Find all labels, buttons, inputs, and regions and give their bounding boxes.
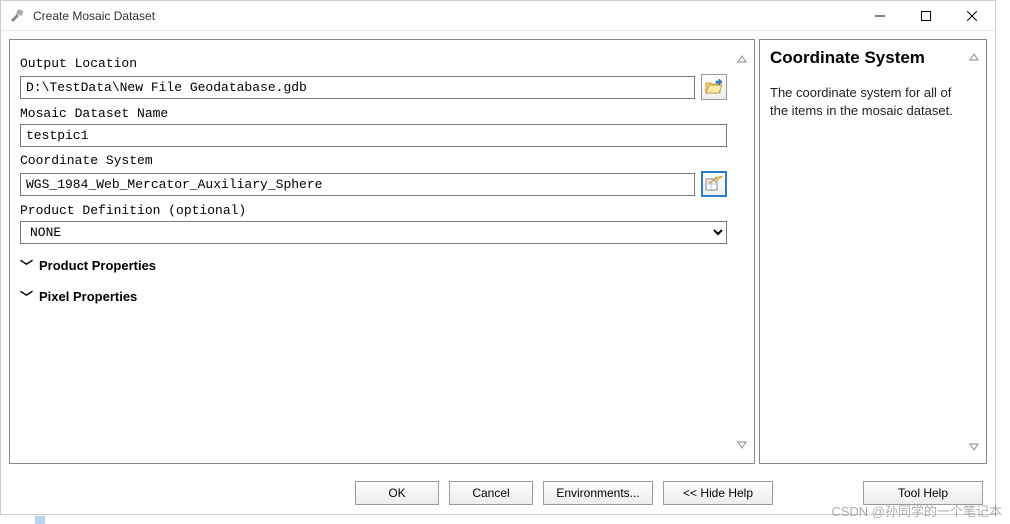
browse-folder-button[interactable] <box>701 74 727 100</box>
help-content: Coordinate System The coordinate system … <box>770 48 965 455</box>
output-location-label: Output Location <box>20 56 727 71</box>
output-location-row <box>20 74 727 100</box>
product-definition-row: NONE <box>20 221 727 244</box>
coord-system-input[interactable] <box>20 173 695 196</box>
mosaic-name-row <box>20 124 727 147</box>
pixel-properties-title: Pixel Properties <box>39 289 137 304</box>
scroll-down-icon <box>965 438 982 455</box>
scroll-down-icon <box>733 436 750 453</box>
product-definition-select[interactable]: NONE <box>20 221 727 244</box>
help-panel: Coordinate System The coordinate system … <box>759 39 987 464</box>
chevron-down-icon: ﹀ <box>20 256 33 275</box>
product-properties-title: Product Properties <box>39 258 156 273</box>
main-scrollbar[interactable] <box>733 50 750 453</box>
product-definition-label: Product Definition (optional) <box>20 203 727 218</box>
output-location-input[interactable] <box>20 76 695 99</box>
pixel-properties-section[interactable]: ﹀ Pixel Properties <box>20 287 727 306</box>
window-title: Create Mosaic Dataset <box>33 9 857 23</box>
help-scrollbar[interactable] <box>965 48 982 455</box>
help-title: Coordinate System <box>770 48 965 68</box>
tool-help-button[interactable]: Tool Help <box>863 481 983 505</box>
main-form: Output Location Mosaic Dataset Name <box>20 50 733 453</box>
mosaic-name-input[interactable] <box>20 124 727 147</box>
window-controls <box>857 1 995 30</box>
hide-help-button[interactable]: << Hide Help <box>663 481 773 505</box>
mosaic-name-label: Mosaic Dataset Name <box>20 106 727 121</box>
button-bar: OK Cancel Environments... << Hide Help T… <box>1 472 995 514</box>
hammer-icon <box>9 8 25 24</box>
dialog-window: Create Mosaic Dataset Output Location <box>0 0 996 515</box>
main-panel: Output Location Mosaic Dataset Name <box>9 39 755 464</box>
cancel-button[interactable]: Cancel <box>449 481 533 505</box>
coord-system-label: Coordinate System <box>20 153 727 168</box>
help-body: The coordinate system for all of the ite… <box>770 84 965 120</box>
scroll-up-icon <box>965 48 982 65</box>
background-fragment <box>35 516 45 524</box>
minimize-button[interactable] <box>857 1 903 31</box>
chevron-down-icon: ﹀ <box>20 287 33 306</box>
ok-button[interactable]: OK <box>355 481 439 505</box>
titlebar: Create Mosaic Dataset <box>1 1 995 31</box>
scroll-up-icon <box>733 50 750 67</box>
coord-system-picker-button[interactable] <box>701 171 727 197</box>
environments-button[interactable]: Environments... <box>543 481 653 505</box>
content-area: Output Location Mosaic Dataset Name <box>1 31 995 472</box>
close-button[interactable] <box>949 1 995 31</box>
coord-system-row <box>20 171 727 197</box>
maximize-button[interactable] <box>903 1 949 31</box>
product-properties-section[interactable]: ﹀ Product Properties <box>20 256 727 275</box>
